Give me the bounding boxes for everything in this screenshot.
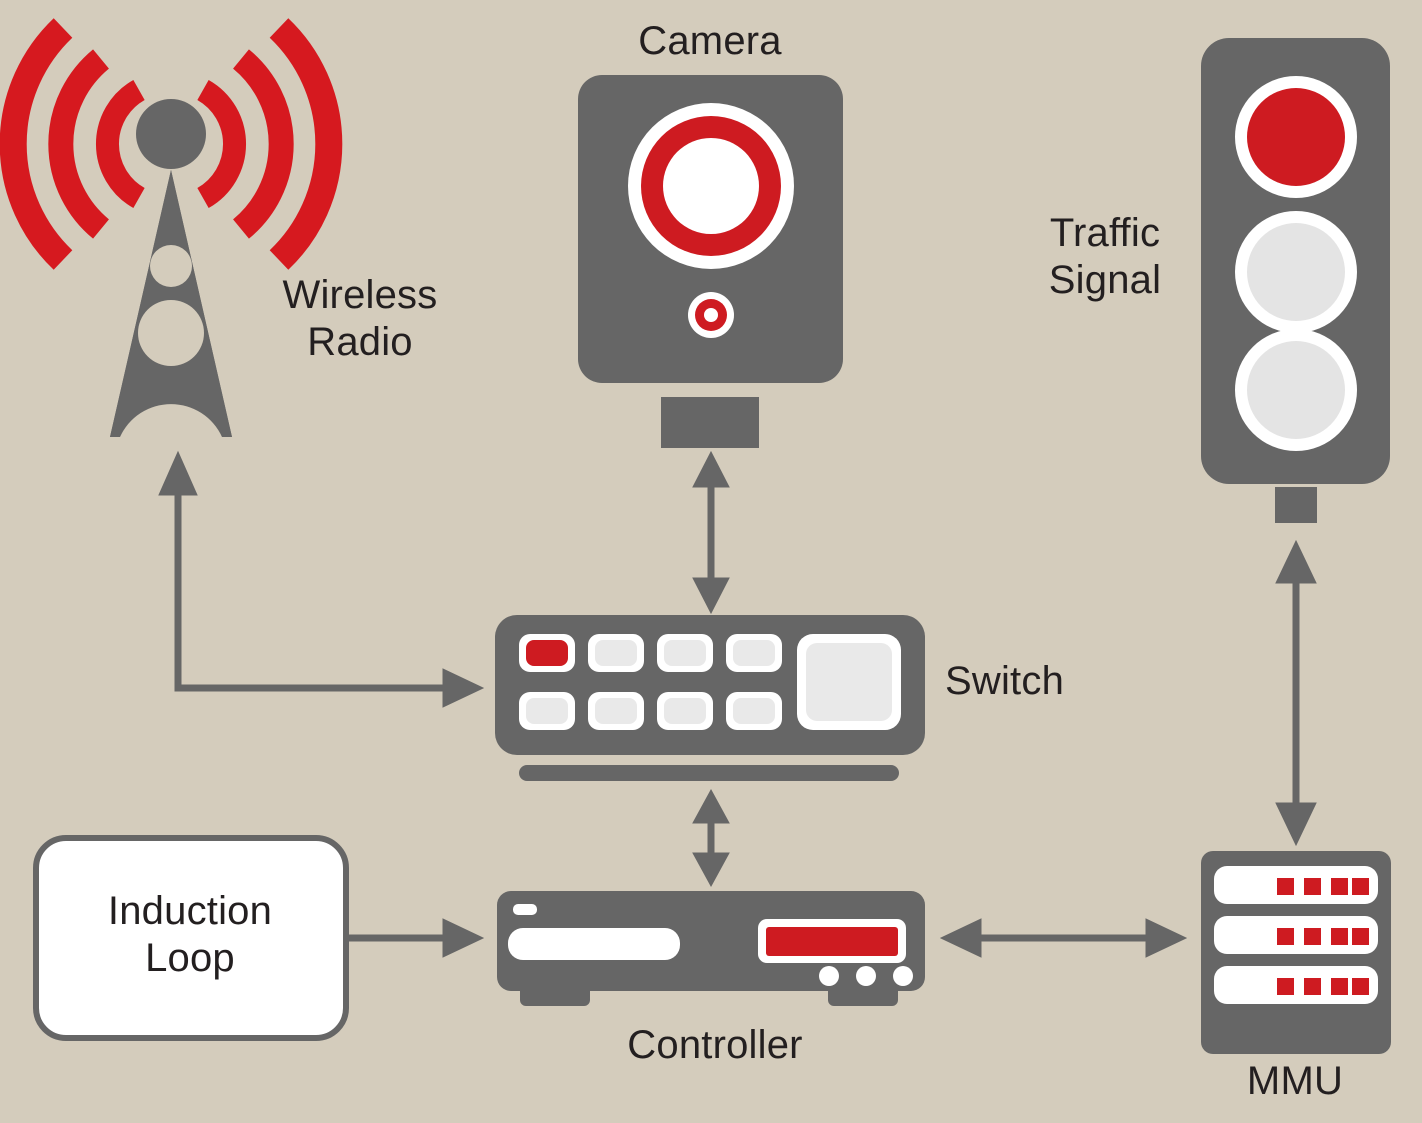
controller-display bbox=[766, 927, 898, 956]
node-mmu[interactable] bbox=[1201, 851, 1391, 1054]
controller-drive-bay bbox=[508, 928, 680, 960]
mmu-row-1 bbox=[1214, 866, 1378, 904]
camera-lens-inner bbox=[663, 138, 759, 234]
antenna-ball-icon bbox=[136, 99, 206, 169]
label-mmu: MMU bbox=[1246, 1059, 1344, 1103]
switch-port-active bbox=[526, 640, 568, 666]
camera-sensor-dot bbox=[704, 308, 718, 322]
mmu-row-3 bbox=[1214, 966, 1378, 1004]
switch-base-bar bbox=[519, 765, 899, 781]
signal-lamp-middle bbox=[1247, 223, 1345, 321]
label-controller: Controller bbox=[627, 1023, 803, 1067]
controller-foot-left bbox=[520, 984, 590, 1006]
controller-indicator-2 bbox=[856, 966, 876, 986]
controller-foot-right bbox=[828, 984, 898, 1006]
label-induction-loop: Induction Loop bbox=[107, 889, 273, 981]
traffic-signal-mount bbox=[1275, 487, 1317, 523]
controller-indicator-3 bbox=[893, 966, 913, 986]
label-traffic-signal: Traffic Signal bbox=[1048, 211, 1162, 303]
label-wireless-radio: Wireless Radio bbox=[282, 273, 438, 365]
controller-indicator-1 bbox=[819, 966, 839, 986]
label-camera: Camera bbox=[638, 19, 782, 63]
switch-uplink-port bbox=[797, 634, 901, 730]
signal-lamp-top bbox=[1247, 88, 1345, 186]
node-traffic-signal[interactable] bbox=[1201, 38, 1390, 523]
signal-lamp-bottom bbox=[1247, 341, 1345, 439]
label-switch: Switch bbox=[945, 659, 1065, 703]
controller-status-led bbox=[513, 904, 537, 915]
camera-mount bbox=[661, 397, 759, 448]
node-controller[interactable] bbox=[497, 891, 925, 1006]
diagram-canvas: Camera Wireless Radio Traffic Signal Swi… bbox=[0, 0, 1422, 1123]
mmu-row-2 bbox=[1214, 916, 1378, 954]
